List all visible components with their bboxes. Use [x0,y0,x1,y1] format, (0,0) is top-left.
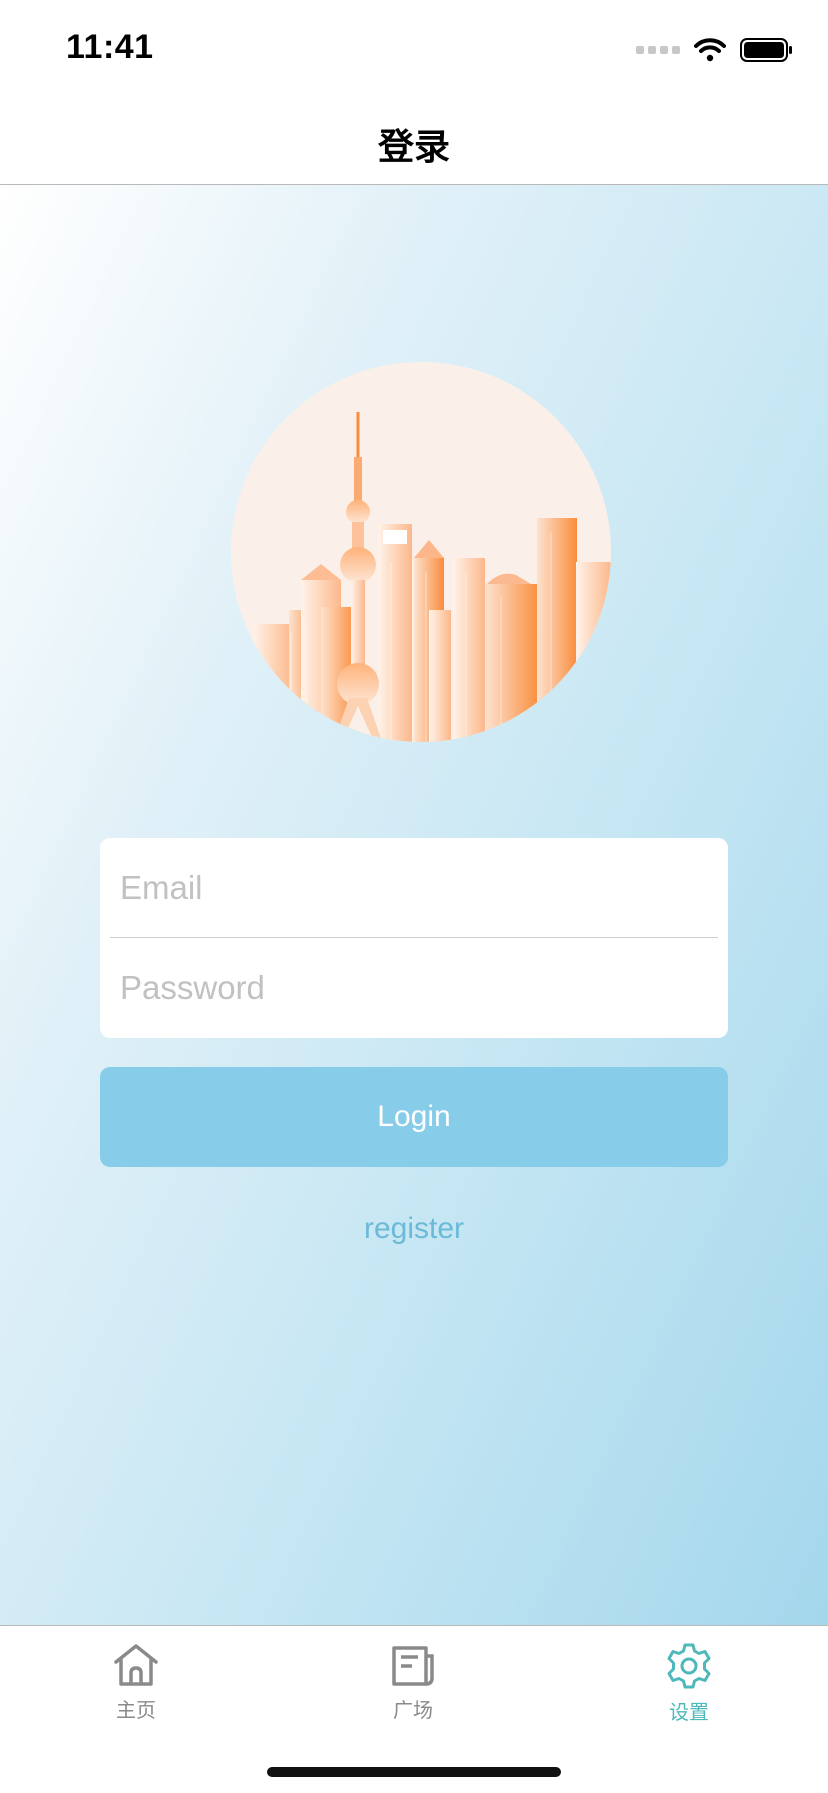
city-skyline-illustration [231,362,611,742]
register-link[interactable]: register [0,1212,828,1246]
home-indicator [267,1767,561,1777]
document-icon [392,1646,434,1686]
tab-home[interactable]: 主页 [76,1642,196,1723]
tab-label: 主页 [116,1700,156,1722]
status-icons [636,36,794,64]
tab-label: 设置 [669,1702,709,1724]
wifi-icon [694,38,726,62]
battery-icon [740,38,792,62]
tab-label: 广场 [393,1700,433,1722]
cellular-signal-icon [636,46,680,54]
email-field[interactable] [100,838,728,937]
login-content: Login register [0,185,828,1625]
page-title: 登录 [377,126,450,167]
gear-icon [667,1643,711,1689]
status-bar: 11:41 [0,0,828,96]
navigation-bar: 登录 [0,96,828,185]
home-icon [114,1644,158,1686]
tab-settings[interactable]: 设置 [629,1642,749,1725]
login-button[interactable]: Login [100,1067,728,1167]
login-form [100,838,728,1038]
password-field[interactable] [100,938,728,1037]
status-time: 11:41 [66,28,154,66]
tab-square[interactable]: 广场 [353,1642,473,1723]
